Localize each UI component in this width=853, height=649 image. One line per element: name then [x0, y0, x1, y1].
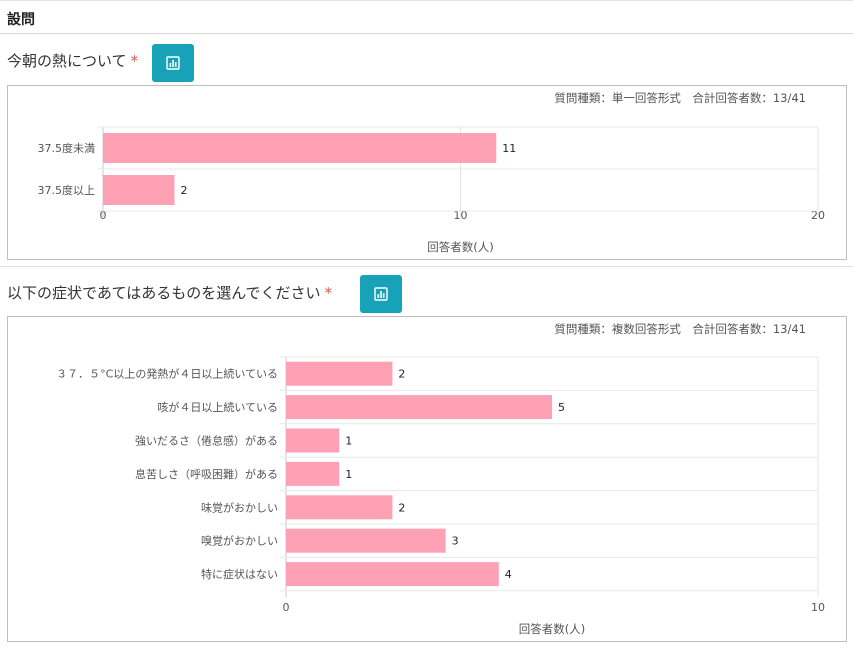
- bar: [103, 133, 497, 163]
- x-axis-title: 回答者数(人): [427, 240, 493, 254]
- y-tick-label: 強いだるさ（倦怠感）がある: [135, 434, 278, 448]
- chart-toggle-button-2[interactable]: [360, 275, 402, 313]
- y-tick-label: 嗅覚がおかしい: [201, 534, 278, 548]
- chart-1: 0 10 2037.5度未満 1137.5度以上 2回答者数(人): [38, 126, 825, 254]
- plot-area: 0 10 2037.5度未満 1137.5度以上 2回答者数(人): [38, 126, 825, 254]
- bar-chart-icon: [166, 56, 180, 70]
- bar: [286, 428, 340, 453]
- data-label: 1: [345, 468, 352, 481]
- data-label: 1: [345, 435, 352, 448]
- section-title: 設問: [7, 12, 35, 28]
- x-tick-label: 0: [283, 601, 290, 614]
- y-tick-label: ３７．５°C以上の発熱が４日以上続いている: [56, 367, 278, 381]
- bar: [286, 562, 499, 587]
- y-tick-label: 37.5度未満: [38, 141, 96, 155]
- bar: [286, 361, 393, 386]
- data-label: 2: [398, 368, 405, 381]
- question-2-text: 以下の症状であてはあるものを選んでください: [7, 284, 321, 302]
- bar: [286, 528, 446, 553]
- data-label: 11: [502, 142, 516, 155]
- data-label: 2: [398, 501, 405, 514]
- data-label: 2: [181, 184, 188, 197]
- question-1-label: 今朝の熱について *: [7, 50, 138, 71]
- question-1-text: 今朝の熱について: [7, 52, 127, 70]
- bar-chart-icon: [374, 287, 388, 301]
- y-tick-label: 咳が４日以上続いている: [157, 400, 278, 414]
- y-tick-label: 37.5度以上: [38, 183, 96, 197]
- plot-area: 0 10 ３７．５°C以上の発熱が４日以上続いている 2 咳が４日以上続いている 5 強いだ…: [56, 356, 825, 636]
- question-2-label: 以下の症状であてはあるものを選んでください *: [7, 282, 332, 303]
- y-tick-label: 味覚がおかしい: [201, 500, 278, 514]
- y-tick-label: 息苦しさ（呼吸困難）がある: [135, 467, 278, 481]
- bar: [286, 461, 340, 486]
- bar: [286, 395, 552, 420]
- chart-panel-2: 質問種類：複数回答形式 合計回答者数：13/41 0 10 ３７．５°C以上の発熱が…: [7, 316, 847, 642]
- bar: [103, 175, 175, 205]
- divider: [0, 266, 853, 267]
- section-header: 設問: [0, 0, 853, 34]
- data-label: 5: [558, 401, 565, 414]
- required-mark: *: [130, 52, 139, 70]
- chart-2: 0 10 ３７．５°C以上の発熱が４日以上続いている 2 咳が４日以上続いている 5 強いだ…: [56, 356, 825, 636]
- bar: [286, 495, 393, 520]
- chart-toggle-button-1[interactable]: [152, 44, 194, 82]
- chart-panel-1: 質問種類：単一回答形式 合計回答者数：13/41 0 10 20 37.5度未満 11 3…: [7, 85, 847, 260]
- data-label: 4: [505, 568, 512, 581]
- y-tick-label: 特に症状はない: [201, 567, 278, 581]
- required-mark: *: [324, 284, 333, 302]
- x-tick-label: 10: [811, 601, 825, 614]
- data-label: 3: [452, 535, 459, 548]
- x-axis-title: 回答者数(人): [519, 622, 585, 636]
